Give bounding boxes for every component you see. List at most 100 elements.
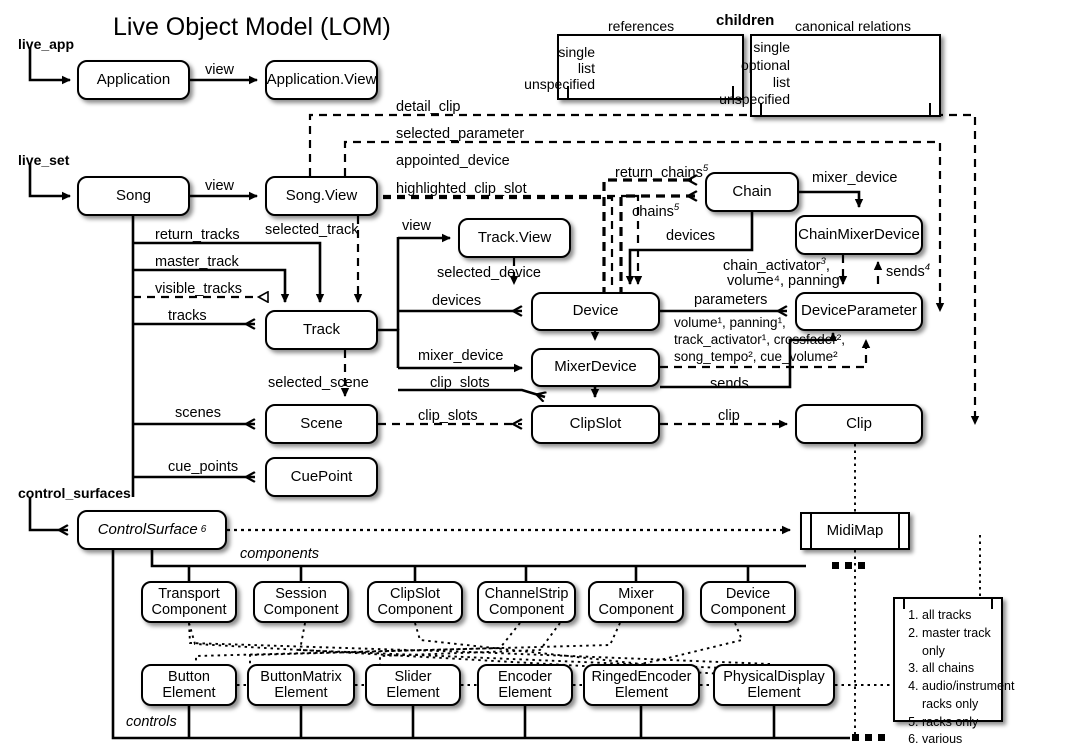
node-chain[interactable]: Chain [705,172,799,212]
node-label-line1: Button [168,668,210,685]
node-chainmixerdevice[interactable]: ChainMixerDevice [795,215,923,255]
node-track-view[interactable]: Track.View [458,218,571,258]
node-label-line2: Element [162,685,216,701]
edge-label-volume-panning-1: volume¹, panning¹, [674,315,786,330]
node-application-view[interactable]: Application.View [265,60,378,100]
footnote-item: all tracks [922,607,995,625]
node-label-line2: Component [598,602,674,618]
node-label-line2: Element [614,685,669,701]
node-mixer-component[interactable]: Mixer Component [588,581,684,623]
legend-child-row-2: list [772,74,790,90]
node-label-line2: Component [377,602,453,618]
node-label-line2: Component [151,602,227,618]
node-label-line2: Component [710,602,786,618]
node-midimap[interactable]: MidiMap [800,512,910,550]
node-application[interactable]: Application [77,60,190,100]
node-clipslot-component[interactable]: ClipSlot Component [367,581,463,623]
node-label: Application [96,70,171,88]
node-track[interactable]: Track [265,310,378,350]
node-physicaldisplay-element[interactable]: PhysicalDisplay Element [713,664,835,706]
edge-label-sends-4: sends4 [886,262,930,280]
node-song-view[interactable]: Song.View [265,176,378,216]
node-deviceparameter[interactable]: DeviceParameter [795,292,923,331]
node-mixerdevice[interactable]: MixerDevice [531,348,660,387]
edge-label-tracks: tracks [168,308,207,324]
edge-label-appointed-device: appointed_device [396,153,510,169]
node-label: DeviceParameter [801,302,917,320]
legend-ref-row-2: unspecified [524,76,595,92]
root-label-control-surfaces: control_surfaces [18,485,131,501]
edge-track-trunk [378,328,400,368]
node-session-component[interactable]: Session Component [253,581,349,623]
node-button-element[interactable]: Button Element [141,664,237,706]
page-title: Live Object Model (LOM) [113,13,391,41]
edge-label-scenes: scenes [175,405,221,421]
node-buttonmatrix-element[interactable]: ButtonMatrix Element [247,664,355,706]
node-label: Application.View [266,70,377,88]
node-song[interactable]: Song [77,176,190,216]
node-label: ChainMixerDevice [798,225,920,243]
edge-label-selected-parameter: selected_parameter [396,126,525,142]
edge-label-view-song: view [205,178,235,194]
root-label-live-set: live_set [18,152,70,168]
edge-label-view-app: view [205,62,235,78]
node-label-line1: Device [725,585,771,602]
edge-label-clip-slots-scene: clip_slots [418,408,478,424]
node-scene[interactable]: Scene [265,404,378,444]
edge-control-surfaces [28,497,68,530]
edge-label-master-track: master_track [155,254,239,270]
node-label-line1: Encoder [497,668,552,685]
node-label: Chain [732,182,772,200]
node-label: Song [115,186,152,204]
legend-child-row-1: optional [740,57,790,73]
node-label-line1: Session [275,585,327,602]
lom-diagram: Live Object Model (LOM) live_app live_se… [0,0,1078,749]
edge-label-sup: 5 [702,163,709,174]
node-channelstrip-component[interactable]: ChannelStrip Component [477,581,576,623]
legend-ref-row-1: list [577,60,595,76]
footnote-item: all chains [922,660,995,678]
edge-label-clip: clip [718,408,740,424]
edge-label-text: return_chains [615,164,703,181]
node-label: Track [303,320,340,338]
node-label: Track.View [477,228,552,246]
node-label: MixerDevice [554,358,637,376]
ellipsis-dots [832,562,885,741]
node-device[interactable]: Device [531,292,660,331]
node-slider-element[interactable]: Slider Element [365,664,461,706]
edge-label-clip-slots-track: clip_slots [430,375,490,391]
edge-label-detail-clip: detail_clip [396,99,461,115]
legend-ref-row-0: single [558,44,595,60]
node-label-line2: Element [386,685,440,701]
node-clipslot[interactable]: ClipSlot [531,405,660,444]
comma: , [825,257,830,274]
node-label: CuePoint [290,467,353,485]
edge-cross-6 [639,622,744,665]
edge-label-sends-mixer: sends [710,376,749,392]
node-transport-component[interactable]: Transport Component [141,581,237,623]
node-label-line1: ClipSlot [390,585,440,602]
node-label-line1: Transport [158,585,220,602]
node-cuepoint[interactable]: CuePoint [265,457,378,497]
edge-cross-8 [379,622,561,664]
node-ringedencoder-element[interactable]: RingedEncoder Element [583,664,700,706]
legend-child-row-0: single [753,39,790,55]
edge-label-selected-track: selected_track [265,222,359,238]
edge-label-mixer-device-chain: mixer_device [812,170,898,186]
node-label-line2: Element [747,685,801,701]
node-label-line2: Element [498,685,552,701]
node-device-component[interactable]: Device Component [700,581,796,623]
legend-children-caption: children [716,12,775,29]
edge-label-devices-chain: devices [666,228,716,244]
node-clip[interactable]: Clip [795,404,923,444]
edge-label-chain-activator: chain_activator3, [723,256,830,274]
edge-label-text: chains [632,203,674,220]
edge-label-song-tempo: song_tempo², cue_volume² [674,349,838,364]
node-controlsurface[interactable]: ControlSurface 6 [77,510,227,550]
edge-label-track-activator: track_activator¹, crossfader², [674,332,846,347]
edge-cross-7 [188,622,771,665]
edge-label-components: components [240,546,319,562]
node-label-line1: PhysicalDisplay [723,668,825,685]
node-encoder-element[interactable]: Encoder Element [477,664,573,706]
node-label-line2: Component [489,602,564,618]
